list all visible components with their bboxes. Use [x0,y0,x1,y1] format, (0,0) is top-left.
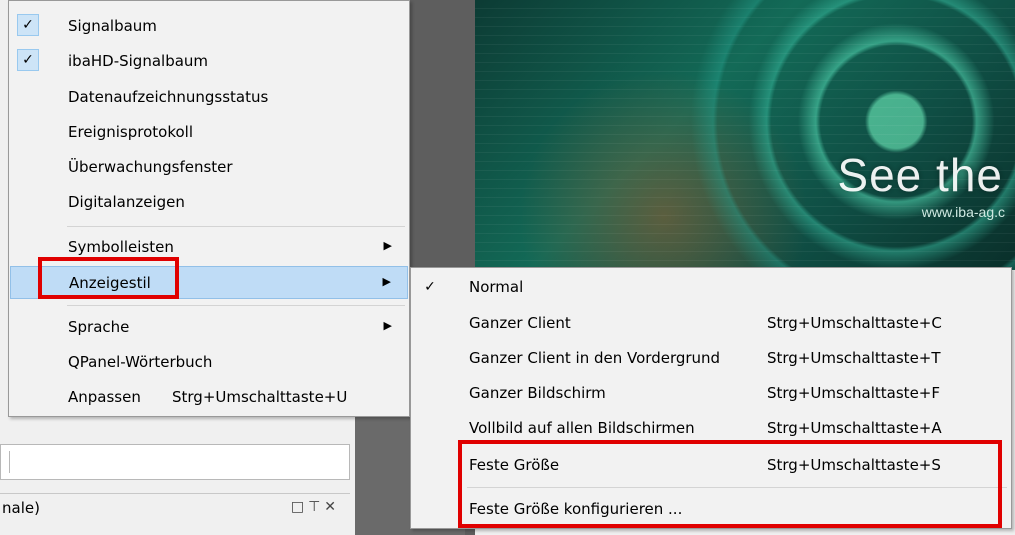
filter-input[interactable] [0,444,350,480]
submenu-item-shortcut: Strg+Umschalttaste+C [767,314,942,332]
submenu-item-label: Ganzer Client [469,314,571,332]
submenu-item-shortcut: Strg+Umschalttaste+F [767,384,940,402]
submenu-arrow-icon: ▶ [383,319,392,332]
submenu-item-normal[interactable]: ✓ Normal [412,270,1010,304]
menu-item-label: Digitalanzeigen [68,193,185,211]
submenu-item-label: Ganzer Client in den Vordergrund [469,349,721,367]
menu-item-label: Symbolleisten [68,238,174,256]
menu-item-sprache[interactable]: Sprache ▶ [10,311,408,344]
banner-title: See the [837,149,1003,201]
menu-item-shortcut: Strg+Umschalttaste+U [172,388,348,406]
submenu-arrow-icon: ▶ [383,239,392,252]
banner-texture [475,0,1015,270]
submenu-item-shortcut: Strg+Umschalttaste+T [767,349,941,367]
menu-separator [67,226,405,227]
panel-title: nale) [2,499,40,517]
menu-item-digitalanzeigen[interactable]: Digitalanzeigen [10,186,408,219]
menu-item-qpanel-woerterbuch[interactable]: QPanel-Wörterbuch [10,346,408,379]
checkmark-icon: ✓ [17,49,39,71]
checkmark-icon: ✓ [424,279,436,295]
menu-item-label: Datenaufzeichnungsstatus [68,88,269,106]
submenu-item-ganzer-client[interactable]: Ganzer Client Strg+Umschalttaste+C [412,306,1010,340]
annotation-highlight-feste-groesse [458,440,1002,528]
menu-item-label: Signalbaum [68,17,157,35]
submenu-item-ganzer-client-vordergrund[interactable]: Ganzer Client in den Vordergrund Strg+Um… [412,341,1010,375]
submenu-arrow-icon: ▶ [382,275,391,288]
signals-panel-header: nale) □⊤✕ [0,493,350,523]
menu-item-label: Sprache [68,318,130,336]
menu-item-label: Überwachungsfenster [68,158,233,176]
view-menu: ✓ Signalbaum ✓ ibaHD-Signalbaum Datenauf… [8,0,410,417]
menu-item-ibahd-signalbaum[interactable]: ✓ ibaHD-Signalbaum [10,45,408,78]
banner-url: www.iba-ag.c [921,204,1005,220]
menu-separator [67,305,405,306]
submenu-item-label: Ganzer Bildschirm [469,384,606,402]
menu-item-ueberwachungsfenster[interactable]: Überwachungsfenster [10,151,408,184]
menu-item-datenaufzeichnungsstatus[interactable]: Datenaufzeichnungsstatus [10,81,408,114]
menu-item-ereignisprotokoll[interactable]: Ereignisprotokoll [10,116,408,149]
iba-banner-image: See the www.iba-ag.c [475,0,1015,270]
close-icon[interactable]: ✕ [324,499,340,515]
menu-item-label: Ereignisprotokoll [68,123,193,141]
panel-controls: □⊤✕ [291,499,340,515]
menu-item-label: Anpassen [68,388,141,406]
submenu-item-shortcut: Strg+Umschalttaste+A [767,419,942,437]
menu-item-anpassen[interactable]: Anpassen Strg+Umschalttaste+U [10,381,408,414]
restore-icon[interactable]: □ [291,499,308,515]
submenu-item-ganzer-bildschirm[interactable]: Ganzer Bildschirm Strg+Umschalttaste+F [412,376,1010,410]
input-edge [1,451,10,473]
submenu-item-label: Normal [469,278,524,296]
menu-item-signalbaum[interactable]: ✓ Signalbaum [10,10,408,43]
menu-item-label: ibaHD-Signalbaum [68,52,209,70]
submenu-item-label: Vollbild auf allen Bildschirmen [469,419,695,437]
checkmark-icon: ✓ [17,14,39,36]
annotation-highlight-anzeigestil [38,257,179,299]
menu-item-label: QPanel-Wörterbuch [68,353,213,371]
pin-icon[interactable]: ⊤ [308,499,324,515]
